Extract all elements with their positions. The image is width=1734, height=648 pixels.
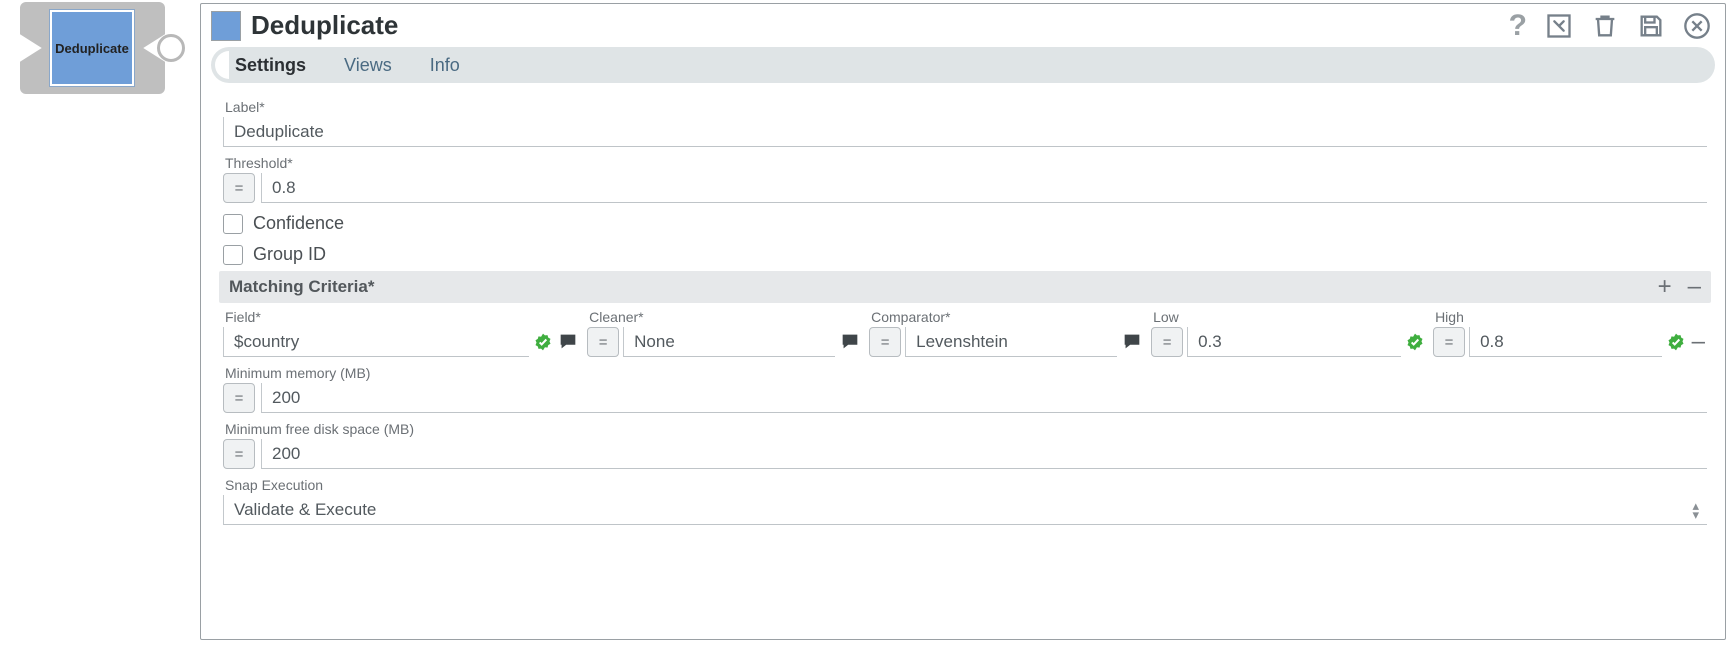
close-icon[interactable] [1683,12,1711,40]
confidence-checkbox[interactable] [223,214,243,234]
threshold-expr-button[interactable]: = [223,173,255,203]
confidence-label: Confidence [253,213,344,234]
valid-icon [533,332,553,352]
snap-color-swatch [211,11,241,41]
criteria-cleaner-input[interactable] [623,327,835,357]
label-label: Label* [225,99,1707,115]
criteria-high-input[interactable] [1469,327,1662,357]
col-low-label: Low [1153,309,1425,325]
snap-node[interactable]: Deduplicate [20,2,185,94]
col-high-label: High [1435,309,1707,325]
col-comparator-label: Comparator* [871,309,1143,325]
settings-panel: Deduplicate ? Settings Views Info Label*… [200,3,1726,640]
save-icon[interactable] [1637,12,1665,40]
criteria-add-button[interactable]: + [1658,275,1672,299]
min-memory-input[interactable] [261,383,1707,413]
groupid-checkbox[interactable] [223,245,243,265]
tab-settings[interactable]: Settings [233,51,308,80]
valid-icon [1405,332,1425,352]
snap-output-port[interactable] [157,34,185,62]
cleaner-expr-button[interactable]: = [587,327,619,357]
threshold-label: Threshold* [225,155,1707,171]
tabs: Settings Views Info [211,47,1715,83]
snap-execution-select[interactable] [223,495,1707,525]
delete-icon[interactable] [1591,12,1619,40]
help-icon[interactable]: ? [1509,11,1527,41]
comparator-expr-button[interactable]: = [869,327,901,357]
suggest-icon[interactable] [557,331,579,353]
form: Label* Threshold* = Confidence Group ID … [201,83,1725,525]
valid-icon [1666,332,1686,352]
label-input[interactable] [223,117,1707,147]
tab-info[interactable]: Info [428,51,462,80]
groupid-label: Group ID [253,244,326,265]
panel-title: Deduplicate [251,10,398,41]
snap-label: Deduplicate [55,41,129,56]
high-expr-button[interactable]: = [1433,327,1465,357]
criteria-header: Matching Criteria* + – [219,271,1711,303]
panel-header: Deduplicate ? [201,4,1725,43]
criteria-remove-button[interactable]: – [1688,275,1701,299]
min-disk-expr-button[interactable]: = [223,439,255,469]
col-cleaner-label: Cleaner* [589,309,861,325]
min-disk-input[interactable] [261,439,1707,469]
criteria-low-input[interactable] [1187,327,1401,357]
criteria-field-input[interactable] [223,327,529,357]
min-memory-expr-button[interactable]: = [223,383,255,413]
revert-icon[interactable] [1545,12,1573,40]
row-remove-button[interactable]: – [1690,327,1707,357]
snap-core[interactable]: Deduplicate [50,10,134,86]
low-expr-button[interactable]: = [1151,327,1183,357]
suggest-icon[interactable] [1121,331,1143,353]
criteria-label: Matching Criteria* [229,277,374,297]
criteria-row: Field* Cleaner* = Comparator* = [223,307,1707,357]
tab-views[interactable]: Views [342,51,394,80]
criteria-comparator-input[interactable] [905,327,1117,357]
col-field-label: Field* [225,309,579,325]
min-disk-label: Minimum free disk space (MB) [225,421,1707,437]
snap-execution-label: Snap Execution [225,477,1707,493]
suggest-icon[interactable] [839,331,861,353]
threshold-input[interactable] [261,173,1707,203]
min-memory-label: Minimum memory (MB) [225,365,1707,381]
